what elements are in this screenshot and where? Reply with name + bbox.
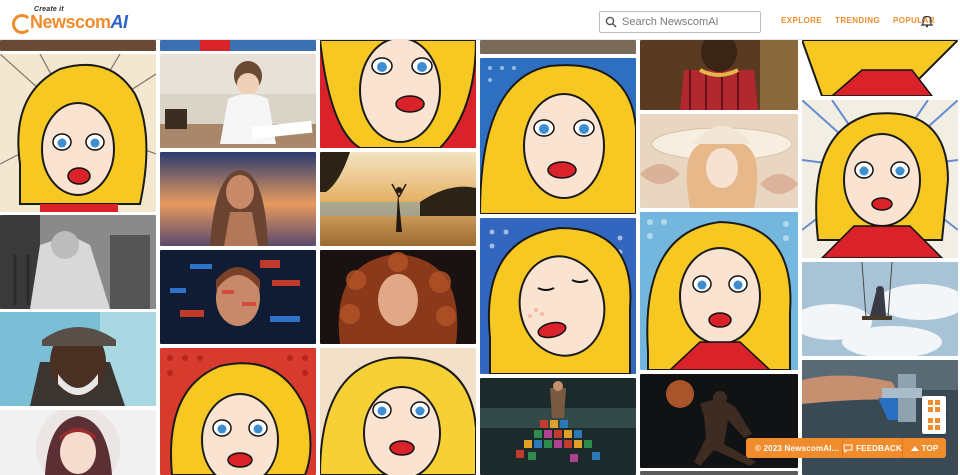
grid-view-icon <box>928 400 940 412</box>
search-icon[interactable] <box>600 12 622 32</box>
gallery-image[interactable] <box>0 312 156 406</box>
gallery-image[interactable] <box>640 114 798 208</box>
gallery-image[interactable] <box>480 378 636 475</box>
feedback-button[interactable]: FEEDBACK <box>842 438 902 458</box>
gallery-image[interactable] <box>480 58 636 214</box>
nav-explore[interactable]: EXPLORE <box>781 16 822 25</box>
gallery-image[interactable] <box>802 262 958 356</box>
brand-name-main: Newscom <box>30 12 111 32</box>
gallery-image[interactable] <box>0 410 156 475</box>
search-input[interactable] <box>622 16 754 28</box>
copyright-text: © 2023 NewscomAI... <box>755 443 839 453</box>
layout-view-icon <box>928 418 940 430</box>
gallery-image[interactable] <box>802 100 958 258</box>
gallery-image[interactable] <box>160 152 316 246</box>
copyright-bar: © 2023 NewscomAI... <box>746 438 842 458</box>
main-nav: EXPLORE TRENDING POPULAR <box>781 16 935 25</box>
feedback-icon <box>843 444 853 453</box>
gallery-image[interactable] <box>0 40 156 51</box>
top-header: Create it NewscomAI EXPLORE TRENDING POP… <box>0 0 960 40</box>
gallery-image[interactable] <box>480 218 636 374</box>
gallery-image[interactable] <box>160 348 316 475</box>
nav-trending[interactable]: TRENDING <box>835 16 880 25</box>
back-to-top-button[interactable]: TOP <box>902 438 946 458</box>
layout-view-button[interactable] <box>922 414 946 434</box>
gallery-image[interactable] <box>640 471 798 475</box>
chevron-up-icon <box>910 446 919 451</box>
gallery-image[interactable] <box>0 215 156 309</box>
search-box <box>599 11 761 33</box>
top-label: TOP <box>921 443 939 453</box>
image-gallery <box>0 0 960 475</box>
brand-logo[interactable]: Create it NewscomAI <box>12 6 128 34</box>
gallery-image[interactable] <box>320 250 476 344</box>
logo-ring-icon <box>12 14 32 34</box>
gallery-image[interactable] <box>160 250 316 344</box>
gallery-image[interactable] <box>320 152 476 246</box>
gallery-image[interactable] <box>320 348 476 475</box>
gallery-image[interactable] <box>802 40 958 96</box>
gallery-image[interactable] <box>0 54 156 212</box>
gallery-image[interactable] <box>480 40 636 54</box>
brand-name-accent: AI <box>110 12 129 32</box>
gallery-image[interactable] <box>640 212 798 370</box>
gallery-image[interactable] <box>160 54 316 148</box>
feedback-label: FEEDBACK <box>855 443 902 453</box>
grid-view-button[interactable] <box>922 396 946 416</box>
gallery-image[interactable] <box>160 40 316 51</box>
gallery-image[interactable] <box>320 40 476 148</box>
brand-name: NewscomAI <box>30 12 128 33</box>
notification-bell-icon[interactable] <box>920 14 934 28</box>
gallery-image[interactable] <box>640 40 798 110</box>
